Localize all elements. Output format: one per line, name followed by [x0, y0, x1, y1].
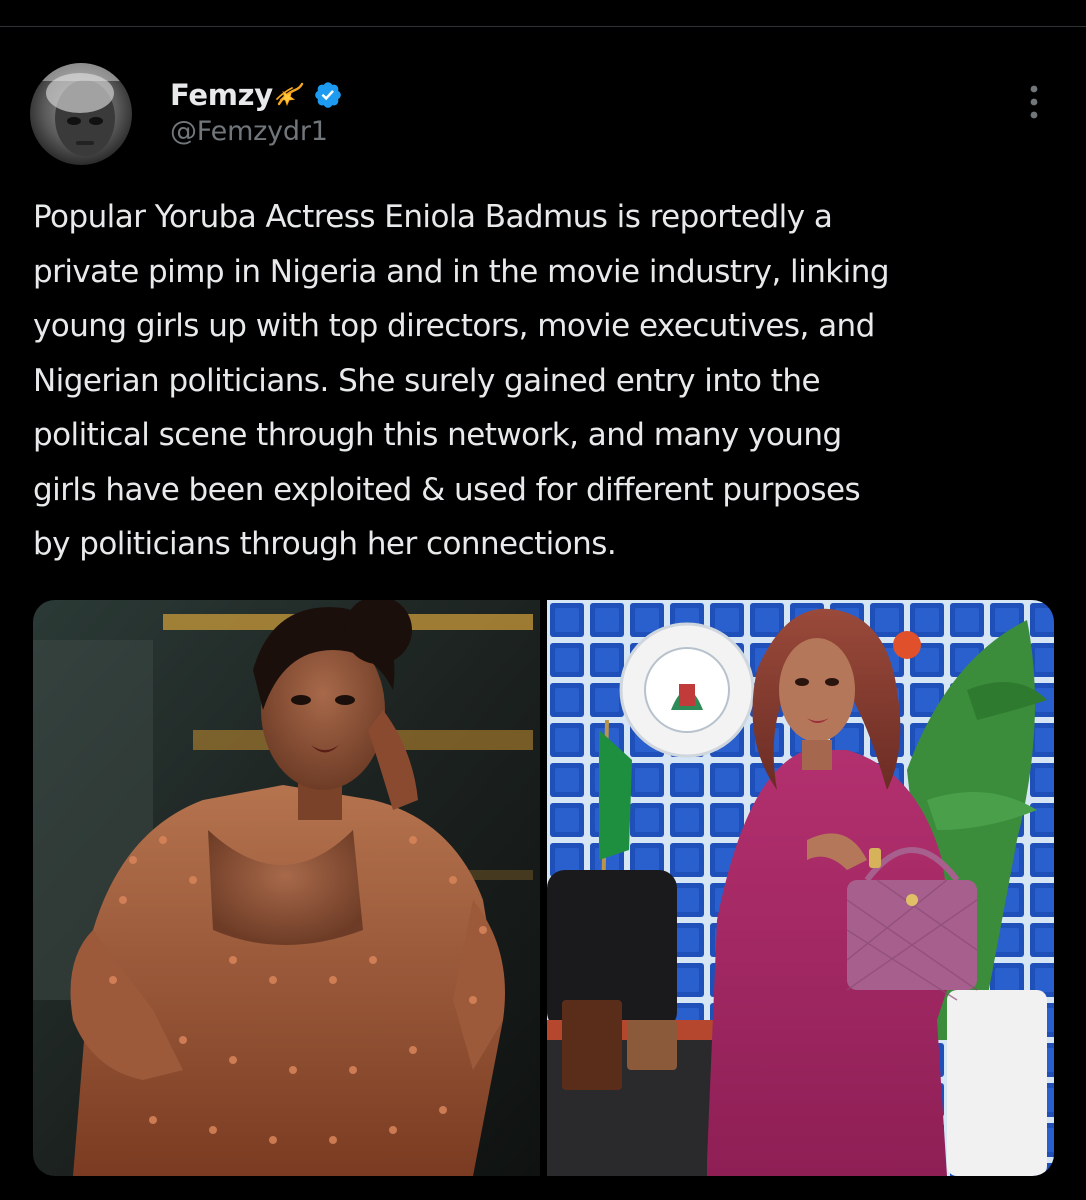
dizzy-icon: [275, 80, 305, 110]
more-options-button[interactable]: [1018, 82, 1050, 122]
avatar[interactable]: [30, 63, 132, 165]
woman-in-magenta-dress-with-handbag-icon: [547, 600, 1054, 1176]
media-grid: [33, 600, 1054, 1176]
woman-in-embellished-brown-gown-icon: [33, 600, 540, 1176]
name-row: Femzy: [170, 76, 343, 114]
display-name[interactable]: Femzy: [170, 78, 273, 112]
author-handle[interactable]: @Femzydr1: [170, 116, 343, 147]
verified-icon[interactable]: [313, 80, 343, 110]
media-photo-2[interactable]: [547, 600, 1054, 1176]
top-divider: [0, 26, 1086, 27]
more-vertical-icon: [1030, 85, 1038, 119]
tweet-header: Femzy @Femzydr1: [170, 76, 343, 147]
tweet-text: Popular Yoruba Actress Eniola Badmus is …: [33, 199, 890, 562]
media-photo-1[interactable]: [33, 600, 540, 1176]
avatar-image: [30, 63, 132, 165]
